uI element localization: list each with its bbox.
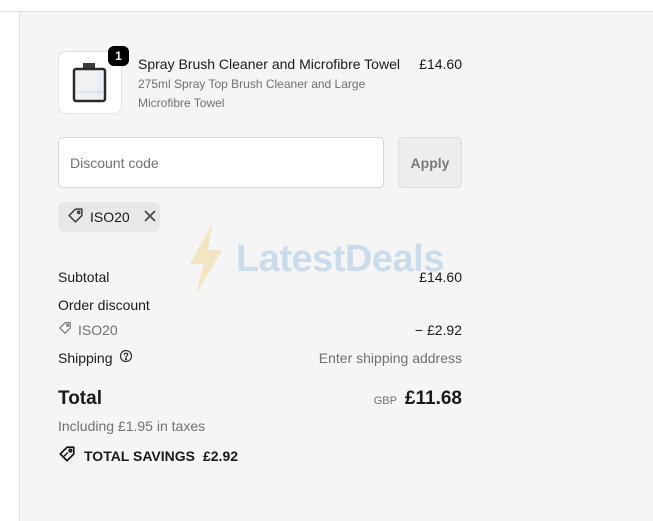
discount-code-row: ISO20 − £2.92 [58,321,462,338]
tag-icon [67,207,84,227]
applied-discount-code: ISO20 [90,209,130,225]
tag-icon [58,321,72,338]
applied-discount-chip: ISO20 [58,202,160,232]
discount-value: − £2.92 [414,321,462,338]
help-circle-icon[interactable] [119,349,133,366]
discount-code-label: ISO20 [78,321,118,338]
subtotal-value: £14.60 [419,269,462,285]
taxes-row: Including £1.95 in taxes [58,418,462,434]
product-name: Spray Brush Cleaner and Microfibre Towel [138,56,400,72]
shipping-row: Shipping Enter shipping address [58,349,462,366]
product-price: £14.60 [419,56,462,72]
discount-code-input[interactable] [58,137,384,188]
total-value: £11.68 [404,388,462,409]
close-icon[interactable] [144,209,156,225]
quantity-badge: 1 [108,46,129,66]
total-savings: TOTAL SAVINGS £2.92 [58,445,238,466]
shipping-value: Enter shipping address [318,349,462,366]
total-label: Total [58,388,102,409]
order-discount-row: Order discount [58,297,462,313]
savings-label: TOTAL SAVINGS [84,447,195,464]
subtotal-label: Subtotal [58,269,110,285]
top-header-bar [0,0,653,12]
savings-value: £2.92 [202,447,239,464]
order-discount-label: Order discount [58,297,150,313]
subtotal-row: Subtotal £14.60 [58,269,462,285]
total-row: Total GBP £11.68 [58,388,462,410]
currency-code: GBP [373,395,397,407]
taxes-note: Including £1.95 in taxes [58,418,206,434]
apply-button[interactable]: Apply [398,137,462,188]
savings-tag-icon [58,445,76,466]
shipping-label: Shipping [58,349,113,366]
product-description: 275ml Spray Top Brush Cleaner and Large … [138,77,366,110]
